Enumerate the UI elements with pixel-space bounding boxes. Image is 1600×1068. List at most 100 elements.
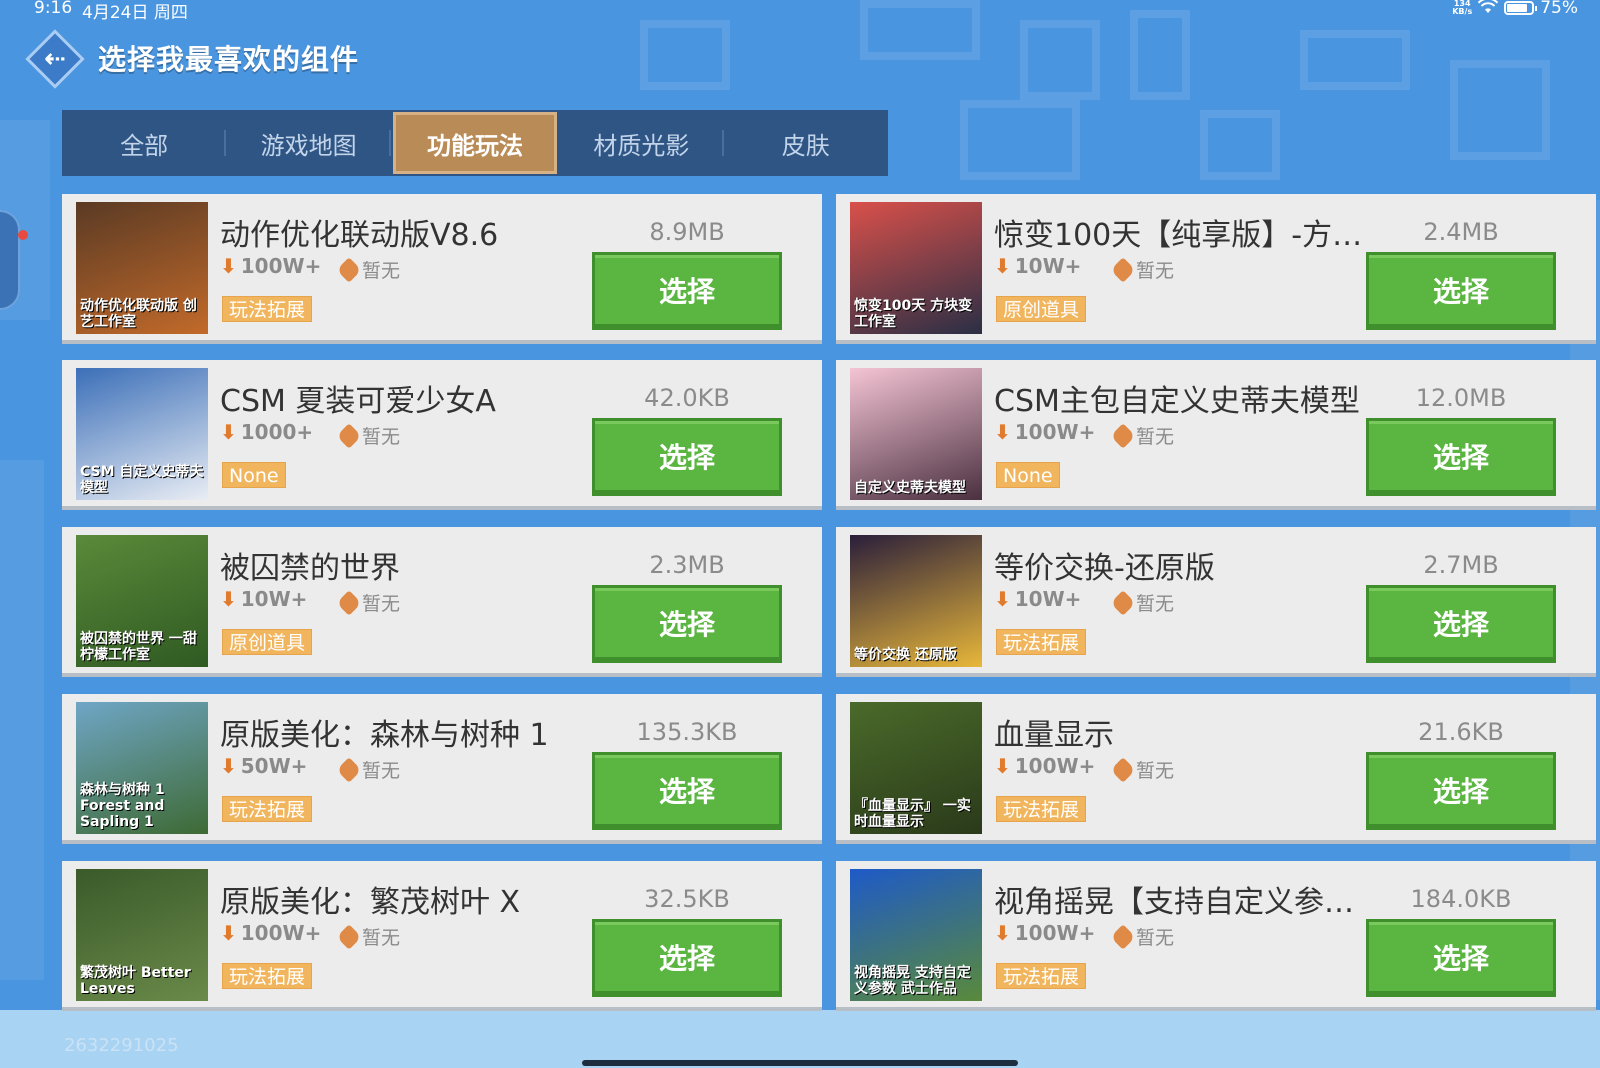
- thumbnail-caption: 被囚禁的世界 一甜柠檬工作室: [80, 631, 197, 663]
- rating-icon: [336, 422, 362, 449]
- rating: 暂无: [336, 923, 400, 950]
- tab-textures-shaders[interactable]: 材质光影: [559, 110, 724, 176]
- status-time: 9:16: [34, 0, 73, 18]
- download-icon: ⬇: [220, 420, 237, 444]
- rating-icon: [336, 923, 362, 950]
- select-button[interactable]: 选择: [592, 919, 782, 997]
- list-item[interactable]: 繁茂树叶 Better Leaves 原版美化：繁茂树叶 X ⬇ 100W+ 暂无 玩法拓…: [62, 861, 822, 1011]
- rating: 暂无: [1110, 756, 1174, 783]
- category-tag: 玩法拓展: [996, 796, 1087, 822]
- item-name: 被囚禁的世界: [220, 551, 400, 586]
- category-tag: 玩法拓展: [996, 963, 1087, 989]
- file-size: 12.0MB: [1415, 384, 1507, 412]
- item-thumbnail: 繁茂树叶 Better Leaves: [76, 869, 208, 1001]
- rating-icon: [336, 256, 362, 283]
- file-size: 2.3MB: [649, 551, 725, 579]
- item-thumbnail: 『血量显示』 一实时血量显示: [850, 702, 982, 834]
- select-button[interactable]: 选择: [1366, 418, 1556, 496]
- download-count: ⬇ 100W+: [220, 254, 322, 278]
- download-icon: ⬇: [220, 587, 237, 611]
- rating-icon: [1110, 589, 1136, 616]
- thumbnail-caption: 森林与树种 1 Forest and Sapling 1: [80, 782, 165, 830]
- list-item[interactable]: 被囚禁的世界 一甜柠檬工作室 被囚禁的世界 ⬇ 10W+ 暂无 原创道具 2.3MB 选择: [62, 527, 822, 677]
- file-size: 32.5KB: [644, 885, 730, 913]
- rating-icon: [1110, 923, 1136, 950]
- rating: 暂无: [336, 256, 400, 283]
- download-count: ⬇ 10W+: [994, 254, 1082, 278]
- thumbnail-caption: 动作优化联动版 创艺工作室: [80, 298, 197, 330]
- thumbnail-caption: 视角摇晃 支持自定义参数 武士作品: [854, 965, 971, 997]
- file-size: 2.7MB: [1423, 551, 1499, 579]
- thumbnail-caption: 繁茂树叶 Better Leaves: [80, 965, 191, 997]
- list-item[interactable]: 等价交换 还原版 等价交换-还原版 ⬇ 10W+ 暂无 玩法拓展 2.7MB 选择: [836, 527, 1596, 677]
- list-item[interactable]: 『血量显示』 一实时血量显示 血量显示 ⬇ 100W+ 暂无 玩法拓展 21.6KB 选择: [836, 694, 1596, 844]
- select-button[interactable]: 选择: [592, 752, 782, 830]
- download-icon: ⬇: [994, 921, 1011, 945]
- tab-skins[interactable]: 皮肤: [724, 110, 888, 176]
- rating: 暂无: [1110, 589, 1174, 616]
- tab-gameplay[interactable]: 功能玩法: [392, 112, 558, 174]
- download-icon: ⬇: [220, 254, 237, 278]
- item-name: 原版美化：繁茂树叶 X: [220, 885, 521, 920]
- category-tag: None: [222, 462, 286, 488]
- select-button[interactable]: 选择: [592, 252, 782, 330]
- rating: 暂无: [336, 756, 400, 783]
- category-tag: 玩法拓展: [222, 963, 313, 989]
- item-thumbnail: 等价交换 还原版: [850, 535, 982, 667]
- status-bar: 9:16 4月24日 周四 134 KB/s 75%: [0, 0, 1600, 23]
- category-tag: 玩法拓展: [222, 796, 313, 822]
- category-tag: 玩法拓展: [996, 629, 1087, 655]
- item-name: 血量显示: [994, 718, 1114, 753]
- rating: 暂无: [1110, 422, 1174, 449]
- item-thumbnail: 惊变100天 方块变工作室: [850, 202, 982, 334]
- select-button[interactable]: 选择: [1366, 919, 1556, 997]
- list-item[interactable]: 动作优化联动版 创艺工作室 动作优化联动版V8.6 ⬇ 100W+ 暂无 玩法拓展 8.9M…: [62, 194, 822, 344]
- download-icon: ⬇: [220, 921, 237, 945]
- thumbnail-caption: 惊变100天 方块变工作室: [854, 298, 973, 330]
- back-arrow-icon: ⇠: [44, 44, 66, 74]
- rating-icon: [1110, 256, 1136, 283]
- item-thumbnail: 被囚禁的世界 一甜柠檬工作室: [76, 535, 208, 667]
- list-item[interactable]: CSM 自定义史蒂夫模型 CSM 夏装可爱少女A ⬇ 1000+ 暂无 None 42.0K…: [62, 360, 822, 510]
- thumbnail-caption: 自定义史蒂夫模型: [854, 480, 966, 496]
- download-icon: ⬇: [994, 754, 1011, 778]
- download-count: ⬇ 100W+: [994, 420, 1096, 444]
- select-button[interactable]: 选择: [1366, 752, 1556, 830]
- user-id: 2632291025: [64, 1035, 179, 1056]
- select-button[interactable]: 选择: [592, 585, 782, 663]
- file-size: 2.4MB: [1423, 218, 1499, 246]
- download-count: ⬇ 50W+: [220, 754, 308, 778]
- thumbnail-caption: 『血量显示』 一实时血量显示: [854, 798, 971, 830]
- download-icon: ⬇: [994, 254, 1011, 278]
- item-name: 动作优化联动版V8.6: [220, 218, 499, 253]
- list-item[interactable]: 视角摇晃 支持自定义参数 武士作品 视角摇晃【支持自定义参数】 ⬇ 100W+ 暂无 玩法…: [836, 861, 1596, 1011]
- item-name: CSM主包自定义史蒂夫模型: [994, 384, 1360, 419]
- item-name: 视角摇晃【支持自定义参数】: [994, 885, 1364, 920]
- tab-game-maps[interactable]: 游戏地图: [226, 110, 392, 176]
- category-tag: 玩法拓展: [222, 296, 313, 322]
- select-button[interactable]: 选择: [1366, 252, 1556, 330]
- select-button[interactable]: 选择: [1366, 585, 1556, 663]
- tab-all[interactable]: 全部: [62, 110, 227, 176]
- battery-icon: [1504, 1, 1538, 15]
- file-size: 135.3KB: [636, 718, 738, 746]
- category-tag: 原创道具: [222, 629, 313, 655]
- file-size: 42.0KB: [644, 384, 730, 412]
- item-thumbnail: CSM 自定义史蒂夫模型: [76, 368, 208, 500]
- item-thumbnail: 自定义史蒂夫模型: [850, 368, 982, 500]
- list-item[interactable]: 惊变100天 方块变工作室 惊变100天【纯享版】-方块变工作室⬇10W+ 暂无原创…: [836, 194, 1596, 344]
- item-name: CSM 夏装可爱少女A: [220, 384, 496, 419]
- rating: 暂无: [336, 589, 400, 616]
- home-indicator[interactable]: [582, 1060, 1018, 1066]
- network-speed: 134 KB/s: [1452, 0, 1473, 16]
- item-thumbnail: 森林与树种 1 Forest and Sapling 1: [76, 702, 208, 834]
- wifi-icon: [1477, 0, 1499, 18]
- list-item[interactable]: 森林与树种 1 Forest and Sapling 1 原版美化：森林与树种 1…: [62, 694, 822, 844]
- notification-dot: [18, 230, 28, 240]
- list-item[interactable]: 自定义史蒂夫模型 CSM主包自定义史蒂夫模型 ⬇ 100W+ 暂无 None 12.0MB 选…: [836, 360, 1596, 510]
- download-icon: ⬇: [994, 587, 1011, 611]
- back-button[interactable]: ⇠: [24, 28, 86, 90]
- side-drawer-handle[interactable]: [0, 210, 20, 310]
- download-count: ⬇ 1000+: [220, 420, 314, 444]
- select-button[interactable]: 选择: [592, 418, 782, 496]
